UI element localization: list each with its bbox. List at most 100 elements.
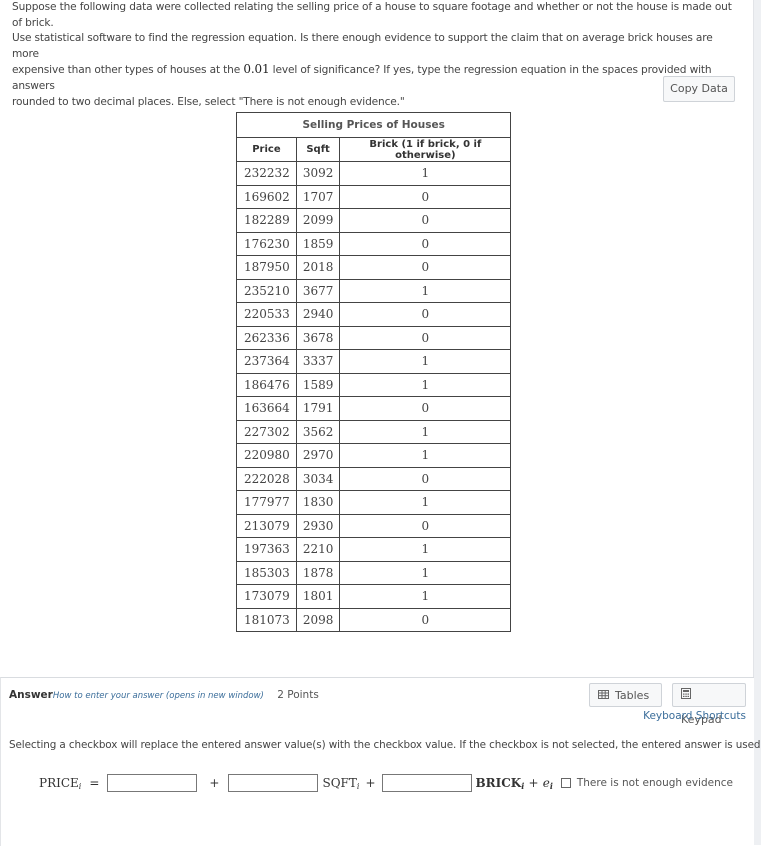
table-row: 173079 1801 1 — [236, 584, 512, 609]
price-cell: 232232 — [236, 161, 297, 186]
tables-label: Tables — [615, 689, 650, 702]
table-row: 220980 2970 1 — [236, 443, 512, 468]
brick-coefficient-input[interactable] — [381, 774, 472, 792]
price-cell: 185303 — [236, 560, 297, 585]
keyboard-shortcuts-link[interactable]: Keyboard Shortcuts — [643, 710, 746, 722]
brick-cell: 0 — [339, 396, 512, 421]
price-term: PRICEi — [39, 776, 81, 791]
sqft-cell: 1707 — [295, 184, 341, 209]
brick-subscript: i — [521, 780, 525, 791]
brick-cell: 0 — [339, 607, 512, 632]
table-row: 182289 2099 0 — [236, 208, 512, 233]
sqft-label: SQFT — [322, 775, 357, 790]
header-sqft: Sqft — [295, 137, 341, 162]
price-cell: 186476 — [236, 372, 297, 397]
sqft-cell: 1801 — [295, 584, 341, 609]
sqft-cell: 2018 — [295, 255, 341, 280]
price-cell: 227302 — [236, 419, 297, 444]
table-row: 220533 2940 0 — [236, 302, 512, 327]
table-row: 227302 3562 1 — [236, 419, 512, 444]
price-cell: 169602 — [236, 184, 297, 209]
error-subscript: i — [549, 780, 553, 791]
table-row: 186476 1589 1 — [236, 372, 512, 397]
brick-cell: 1 — [339, 443, 512, 468]
sqft-subscript: i — [356, 781, 360, 791]
brick-cell: 0 — [339, 184, 512, 209]
brick-cell: 1 — [339, 584, 512, 609]
brick-cell: 1 — [339, 537, 512, 562]
sqft-coefficient-input[interactable] — [228, 774, 319, 792]
sqft-cell: 3034 — [295, 466, 341, 491]
checkbox-instruction: Selecting a checkbox will replace the en… — [9, 739, 761, 751]
table-icon — [598, 684, 609, 708]
brick-cell: 1 — [339, 349, 512, 374]
price-cell: 220980 — [236, 443, 297, 468]
sqft-cell: 1791 — [295, 396, 341, 421]
sqft-cell: 2098 — [295, 607, 341, 632]
plus-sign-2: + — [365, 776, 376, 790]
sqft-cell: 1859 — [295, 231, 341, 256]
sqft-cell: 2940 — [295, 302, 341, 327]
brick-cell: 0 — [339, 466, 512, 491]
question-line-2: Use statistical software to find the reg… — [12, 32, 713, 60]
price-cell: 182289 — [236, 208, 297, 233]
error-term: e — [542, 775, 550, 790]
copy-data-button[interactable]: Copy Data — [663, 76, 735, 102]
keypad-button[interactable]: Keypad — [672, 683, 746, 726]
price-cell: 181073 — [236, 607, 297, 632]
price-cell: 222028 — [236, 466, 297, 491]
price-cell: 176230 — [236, 231, 297, 256]
intercept-input[interactable] — [107, 774, 198, 792]
brick-cell: 1 — [339, 419, 512, 444]
price-subscript: i — [78, 781, 82, 791]
table-row: 169602 1707 0 — [236, 184, 512, 209]
table-row: 213079 2930 0 — [236, 513, 512, 538]
regression-equation: PRICEi = + SQFTi + BRICKi + ei There is … — [39, 773, 733, 793]
answer-title: Answer — [9, 689, 53, 701]
answer-panel: AnswerHow to enter your answer (opens in… — [0, 677, 761, 846]
brick-cell: 1 — [339, 490, 512, 515]
scrollbar-track[interactable] — [753, 0, 761, 845]
help-link[interactable]: How to enter your answer (opens in new w… — [53, 691, 264, 701]
price-cell: 262336 — [236, 325, 297, 350]
tables-button[interactable]: Tables — [589, 683, 662, 707]
price-cell: 220533 — [236, 302, 297, 327]
sqft-cell: 3677 — [295, 278, 341, 303]
price-cell: 187950 — [236, 255, 297, 280]
selling-prices-table: Selling Prices of Houses Price Sqft Bric… — [235, 112, 512, 632]
sqft-cell: 1878 — [295, 560, 341, 585]
brick-label: BRICK — [475, 775, 522, 790]
table-row: 197363 2210 1 — [236, 537, 512, 562]
table-row: 235210 3677 1 — [236, 278, 512, 303]
sqft-cell: 3337 — [295, 349, 341, 374]
sqft-cell: 2099 — [295, 208, 341, 233]
answer-header: AnswerHow to enter your answer (opens in… — [9, 689, 319, 701]
price-cell: 177977 — [236, 490, 297, 515]
significance-level: 0.01 — [243, 62, 270, 77]
brick-cell: 0 — [339, 208, 512, 233]
table-body: 232232 3092 1 169602 1707 0 182289 2099 0 176230 1… — [236, 161, 512, 632]
question-line-1: Suppose the following data were collecte… — [12, 1, 732, 29]
sqft-cell: 1589 — [295, 372, 341, 397]
table-caption: Selling Prices of Houses — [235, 112, 512, 138]
brick-cell: 1 — [339, 560, 512, 585]
sqft-cell: 2930 — [295, 513, 341, 538]
brick-cell: 1 — [339, 278, 512, 303]
price-cell: 213079 — [236, 513, 297, 538]
points-label: 2 Points — [277, 689, 319, 701]
sqft-cell: 1830 — [295, 490, 341, 515]
table-row: 222028 3034 0 — [236, 466, 512, 491]
question-line-3: expensive than other types of houses at … — [12, 62, 742, 94]
not-enough-evidence-label[interactable]: There is not enough evidence — [577, 777, 733, 789]
question-line-3-start: expensive than other types of houses at … — [12, 64, 244, 77]
brick-cell: 1 — [339, 372, 512, 397]
table-row: 163664 1791 0 — [236, 396, 512, 421]
table-row: 237364 3337 1 — [236, 349, 512, 374]
table-row: 177977 1830 1 — [236, 490, 512, 515]
question-line-4: rounded to two decimal places. Else, sel… — [12, 95, 405, 108]
price-cell: 163664 — [236, 396, 297, 421]
not-enough-evidence-checkbox[interactable] — [560, 778, 571, 788]
sqft-cell: 3562 — [295, 419, 341, 444]
table-row: 187950 2018 0 — [236, 255, 512, 280]
table-row: 232232 3092 1 — [236, 161, 512, 186]
